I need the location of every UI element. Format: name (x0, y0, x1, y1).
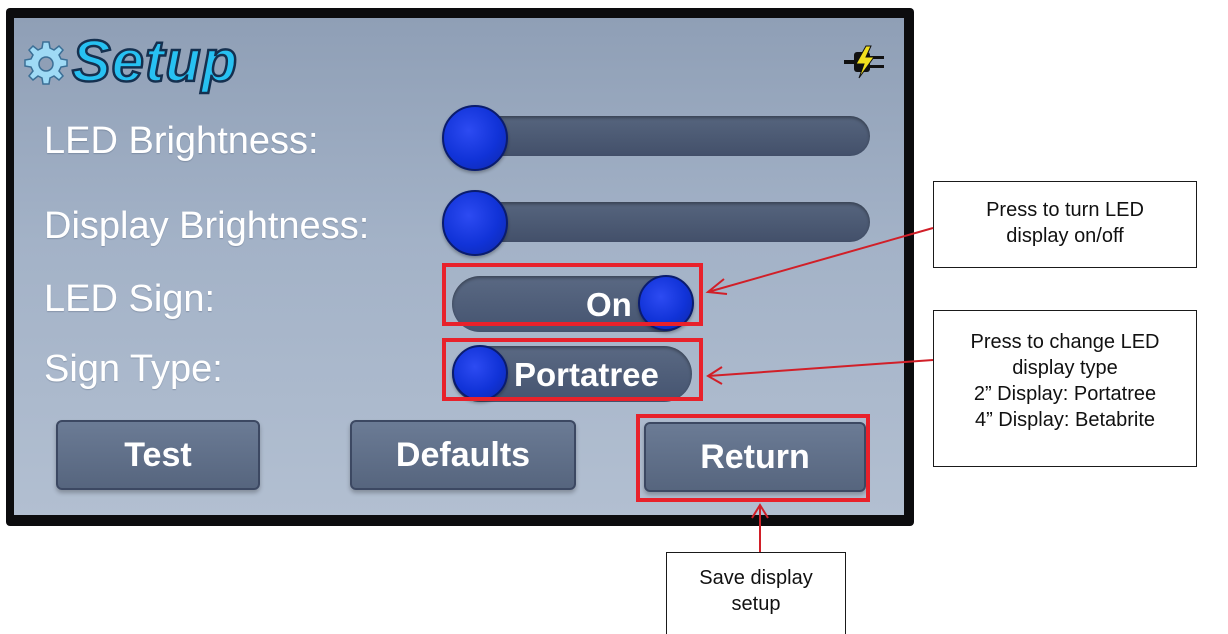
arrow-led-toggle (707, 227, 934, 293)
arrow-sign-type (707, 359, 934, 377)
annotation-arrows (705, 227, 934, 552)
